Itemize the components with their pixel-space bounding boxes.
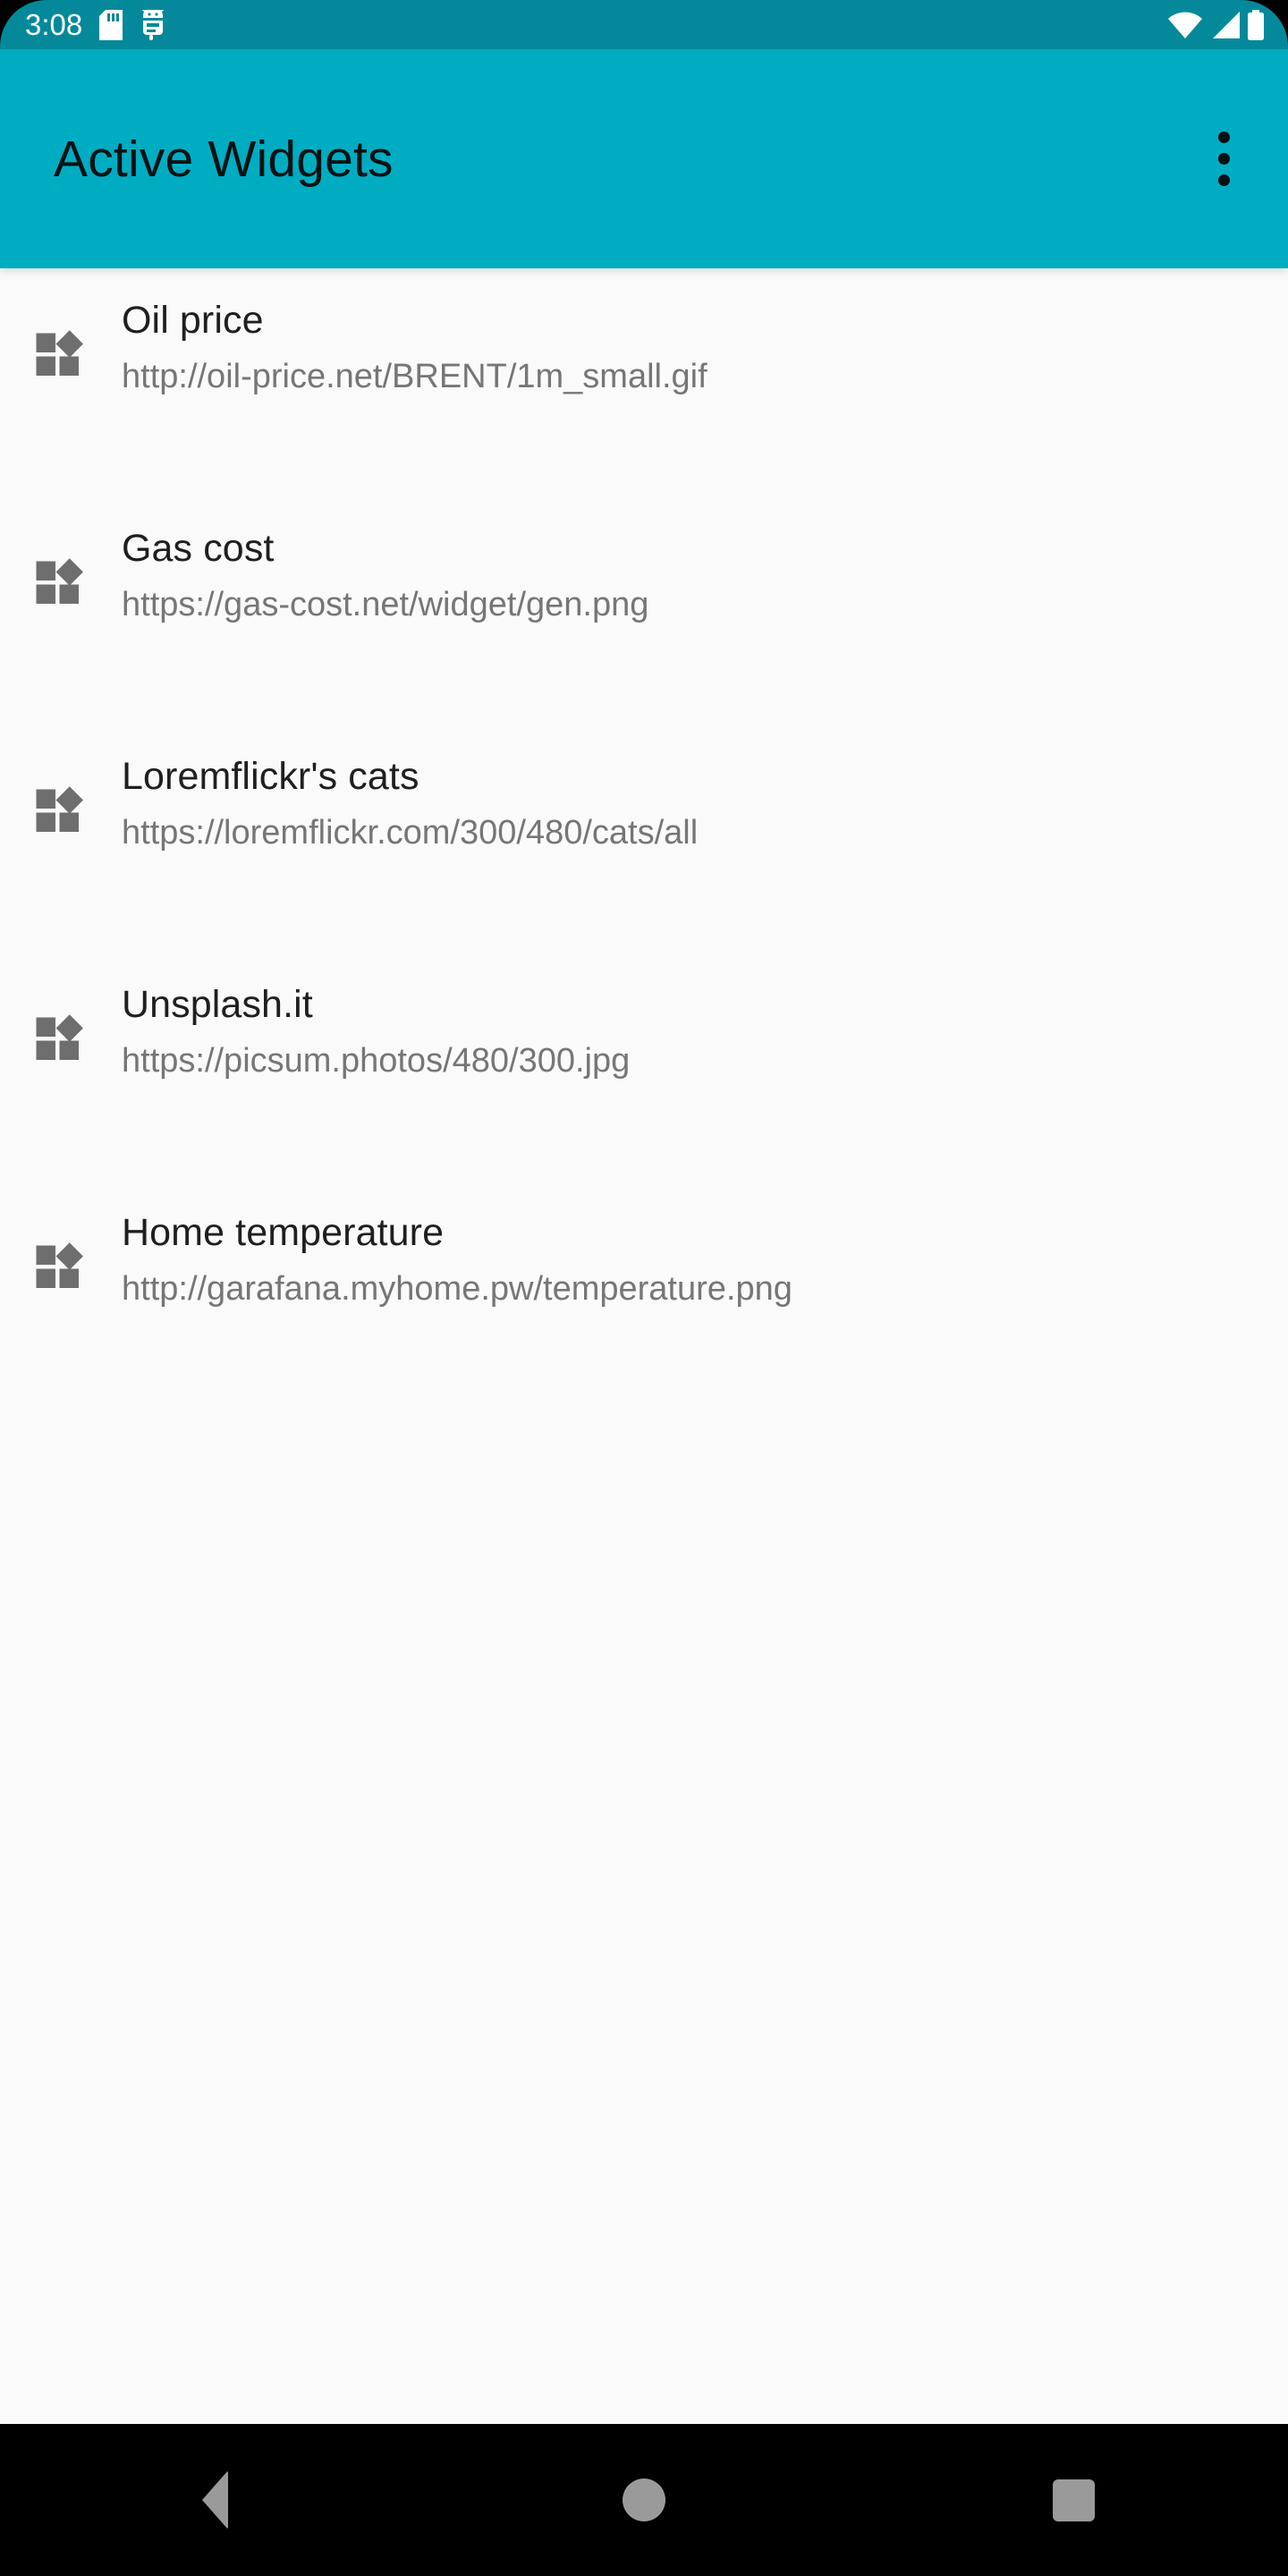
list-item-url: https://loremflickr.com/300/480/cats/all bbox=[122, 814, 699, 852]
list-item[interactable]: Home temperature http://garafana.myhome.… bbox=[0, 1181, 1288, 1409]
status-bar-clock: 3:08 bbox=[25, 8, 83, 41]
widgets-icon bbox=[0, 724, 122, 834]
list-item[interactable]: Oil price http://oil-price.net/BRENT/1m_… bbox=[0, 268, 1288, 496]
list-item-text: Unsplash.it https://picsum.photos/480/30… bbox=[122, 953, 1288, 1084]
list-item-title: Gas cost bbox=[122, 527, 275, 570]
battery-icon bbox=[1247, 9, 1265, 40]
list-item-url: http://garafana.myhome.pw/temperature.pn… bbox=[122, 1270, 792, 1308]
nav-home-button[interactable] bbox=[555, 2424, 733, 2576]
widgets-icon bbox=[0, 953, 122, 1062]
overflow-menu-icon[interactable] bbox=[1179, 49, 1268, 268]
overflow-dot-2 bbox=[1217, 153, 1230, 165]
overflow-dot-3 bbox=[1217, 174, 1230, 186]
list-item[interactable]: Loremflickr's cats https://loremflickr.c… bbox=[0, 724, 1288, 953]
list-item-title: Oil price bbox=[122, 299, 264, 342]
widget-list[interactable]: Oil price http://oil-price.net/BRENT/1m_… bbox=[0, 268, 1288, 2424]
nav-back-button[interactable] bbox=[125, 2424, 304, 2576]
wifi-icon bbox=[1168, 12, 1202, 38]
list-item[interactable]: Unsplash.it https://picsum.photos/480/30… bbox=[0, 953, 1288, 1181]
list-item-text: Oil price http://oil-price.net/BRENT/1m_… bbox=[122, 268, 1288, 400]
list-item[interactable]: Gas cost https://gas-cost.net/widget/gen… bbox=[0, 496, 1288, 724]
navigation-bar bbox=[0, 2424, 1288, 2576]
widgets-icon bbox=[0, 268, 122, 377]
list-item-url: http://oil-price.net/BRENT/1m_small.gif bbox=[122, 358, 708, 395]
list-item-text: Loremflickr's cats https://loremflickr.c… bbox=[122, 724, 1288, 856]
phone-screen: 3:08 Active Widgets Oil price http://oil… bbox=[0, 0, 1288, 2576]
list-item-url: https://picsum.photos/480/300.jpg bbox=[122, 1042, 631, 1080]
list-item-title: Unsplash.it bbox=[122, 983, 313, 1026]
back-triangle-icon bbox=[201, 2470, 228, 2529]
nav-recents-button[interactable] bbox=[984, 2424, 1163, 2576]
sd-card-icon bbox=[99, 9, 123, 40]
list-item-text: Gas cost https://gas-cost.net/widget/gen… bbox=[122, 496, 1288, 628]
home-circle-icon bbox=[623, 2479, 665, 2521]
list-item-title: Loremflickr's cats bbox=[122, 755, 419, 798]
android-debug-icon bbox=[140, 9, 166, 40]
status-bar-left-group: 3:08 bbox=[25, 0, 166, 49]
overflow-dot-1 bbox=[1217, 131, 1230, 143]
list-item-title: Home temperature bbox=[122, 1211, 445, 1254]
status-bar-right-group bbox=[1168, 0, 1265, 49]
status-bar: 3:08 bbox=[0, 0, 1288, 49]
list-item-url: https://gas-cost.net/widget/gen.png bbox=[122, 586, 649, 623]
page-title: Active Widgets bbox=[54, 130, 394, 188]
list-item-text: Home temperature http://garafana.myhome.… bbox=[122, 1181, 1288, 1312]
widgets-icon bbox=[0, 1181, 122, 1290]
app-bar: Active Widgets bbox=[0, 49, 1288, 268]
recents-square-icon bbox=[1052, 2479, 1095, 2521]
cell-signal-icon bbox=[1209, 11, 1240, 38]
widgets-icon bbox=[0, 496, 122, 606]
